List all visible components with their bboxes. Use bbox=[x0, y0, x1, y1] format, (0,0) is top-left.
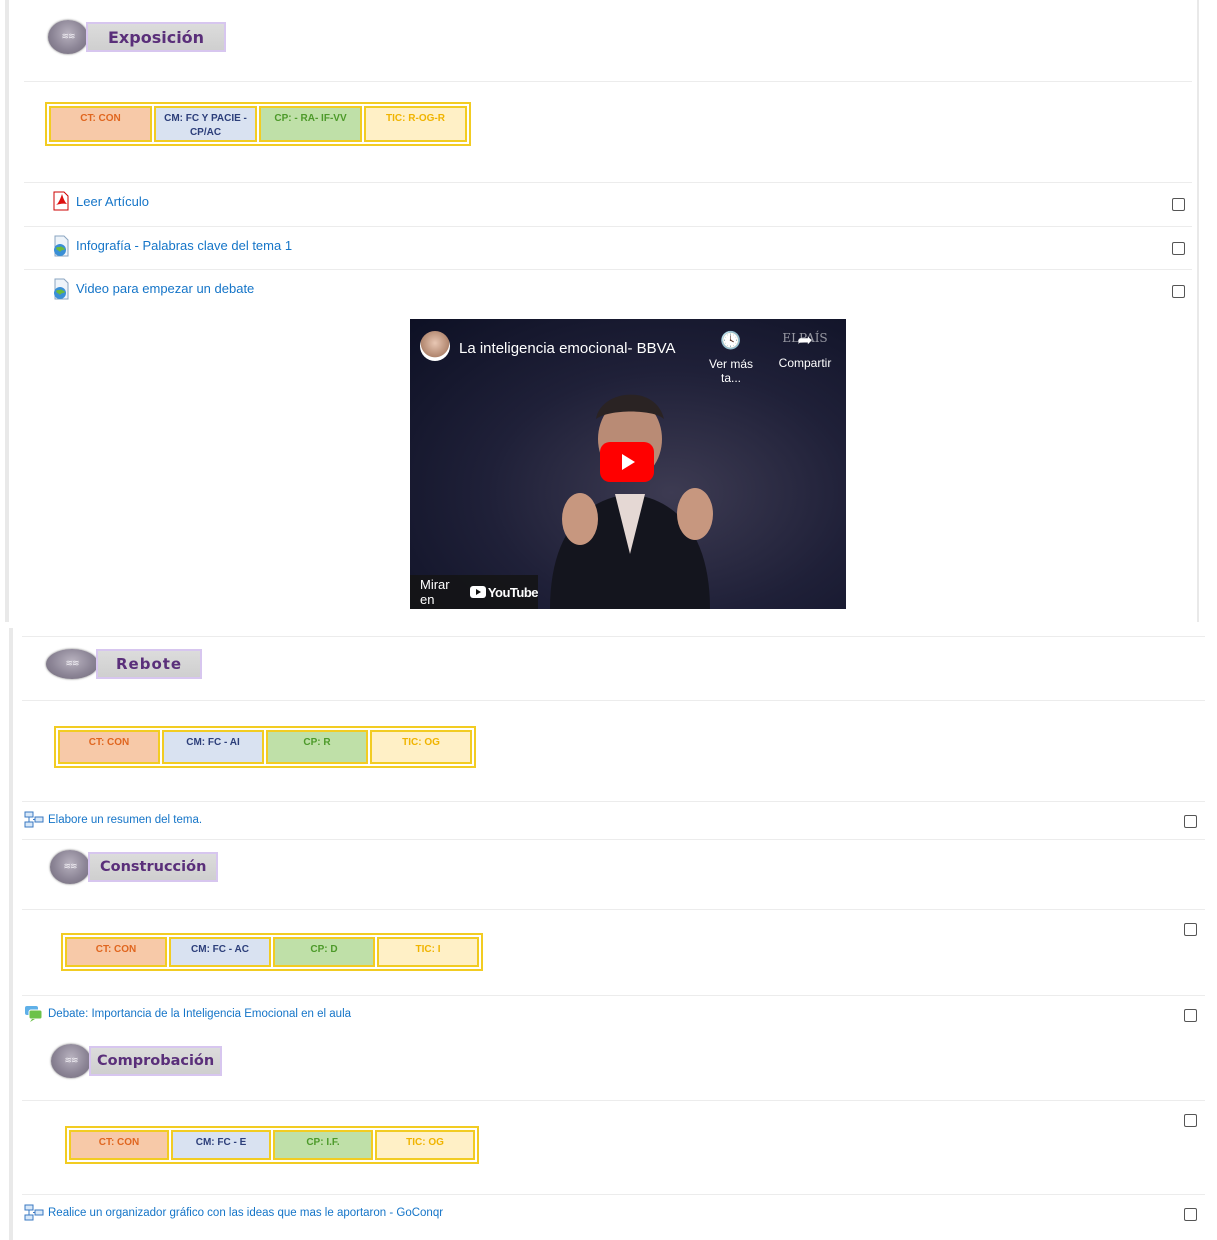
cm-cell: CM: FC - E bbox=[171, 1130, 271, 1160]
section-title: Construcción bbox=[88, 852, 219, 882]
competencies-table: CT: CON CM: FC Y PACIE - CP/AC CP: - RA-… bbox=[45, 102, 471, 146]
completion-checkbox[interactable] bbox=[1184, 1208, 1197, 1221]
activity-link[interactable]: Elabore un resumen del tema. bbox=[48, 814, 202, 826]
tic-cell: TIC: I bbox=[377, 937, 479, 967]
divider bbox=[22, 995, 1205, 996]
activity-link[interactable]: Leer Artículo bbox=[76, 194, 149, 209]
left-border bbox=[5, 0, 9, 622]
course-logo-icon: ≋≋ bbox=[48, 20, 88, 54]
activity-row[interactable]: Debate: Importancia de la Inteligencia E… bbox=[24, 1005, 351, 1023]
forum-icon bbox=[24, 1005, 44, 1023]
section-header-exposicion: ≋≋ Exposición bbox=[48, 20, 227, 54]
activity-link[interactable]: Debate: Importancia de la Inteligencia E… bbox=[48, 1008, 351, 1020]
youtube-embed[interactable]: La inteligencia emocional- BBVA 🕓 Ver má… bbox=[410, 319, 846, 609]
tic-cell: TIC: OG bbox=[370, 730, 472, 764]
cm-cell: CM: FC - AI bbox=[162, 730, 264, 764]
channel-avatar[interactable] bbox=[420, 331, 450, 361]
cm-cell: CM: FC - AC bbox=[169, 937, 271, 967]
completion-checkbox[interactable] bbox=[1184, 1114, 1197, 1127]
completion-checkbox[interactable] bbox=[1184, 1009, 1197, 1022]
second-panel: ≋≋ Rebote CT: CON CM: FC - AI CP: R TIC:… bbox=[0, 628, 1217, 1240]
watch-later-button[interactable]: 🕓 Ver más ta... bbox=[700, 331, 762, 385]
cm-cell: CM: FC Y PACIE - CP/AC bbox=[154, 106, 257, 142]
course-logo-icon: ≋≋ bbox=[50, 850, 90, 884]
divider bbox=[22, 909, 1205, 910]
cp-cell: CP: I.F. bbox=[273, 1130, 373, 1160]
cp-cell: CP: D bbox=[273, 937, 375, 967]
activity-row[interactable]: Elabore un resumen del tema. bbox=[24, 811, 202, 829]
competencies-table: CT: CON CM: FC - AI CP: R TIC: OG bbox=[54, 726, 476, 768]
watch-on-youtube[interactable]: Mirar en YouTube bbox=[410, 575, 539, 609]
cp-cell: CP: R bbox=[266, 730, 368, 764]
completion-checkbox[interactable] bbox=[1184, 923, 1197, 936]
section-title: Comprobación bbox=[89, 1046, 223, 1076]
youtube-logo-icon: YouTube bbox=[469, 585, 539, 600]
course-logo-icon: ≋≋ bbox=[46, 649, 98, 679]
globe-page-icon bbox=[52, 278, 70, 300]
video-thumbnail-person bbox=[550, 394, 713, 609]
course-logo-icon: ≋≋ bbox=[51, 1044, 91, 1078]
left-border bbox=[9, 628, 13, 1240]
pdf-icon bbox=[52, 191, 70, 211]
completion-checkbox[interactable] bbox=[1172, 242, 1185, 255]
play-button[interactable] bbox=[600, 442, 654, 482]
divider bbox=[24, 81, 1192, 82]
section-header-comprobacion: ≋≋ Comprobación bbox=[51, 1044, 223, 1078]
completion-checkbox[interactable] bbox=[1172, 285, 1185, 298]
activity-row[interactable]: Video para empezar un debate bbox=[52, 278, 254, 300]
globe-page-icon bbox=[52, 235, 70, 257]
divider bbox=[22, 801, 1205, 802]
cp-cell: CP: - RA- IF-VV bbox=[259, 106, 362, 142]
flowchart-icon bbox=[24, 811, 44, 829]
watch-on-label: Mirar en bbox=[420, 577, 450, 607]
section-header-construccion: ≋≋ Construcción bbox=[50, 850, 219, 884]
activity-row[interactable]: Infografía - Palabras clave del tema 1 bbox=[52, 235, 292, 257]
completion-checkbox[interactable] bbox=[1172, 198, 1185, 211]
activity-link[interactable]: Realice un organizador gráfico con las i… bbox=[48, 1207, 443, 1219]
section-header-rebote: ≋≋ Rebote bbox=[46, 649, 203, 679]
ct-cell: CT: CON bbox=[58, 730, 160, 764]
ct-cell: CT: CON bbox=[69, 1130, 169, 1160]
competencies-table: CT: CON CM: FC - AC CP: D TIC: I bbox=[61, 933, 483, 971]
ct-cell: CT: CON bbox=[49, 106, 152, 142]
activity-link[interactable]: Video para empezar un debate bbox=[76, 281, 254, 296]
activity-row[interactable]: Leer Artículo bbox=[52, 191, 149, 211]
activity-link[interactable]: Infografía - Palabras clave del tema 1 bbox=[76, 238, 292, 253]
ct-cell: CT: CON bbox=[65, 937, 167, 967]
divider bbox=[24, 182, 1192, 183]
section-title: Exposición bbox=[86, 22, 227, 52]
clock-icon: 🕓 bbox=[720, 331, 742, 350]
divider bbox=[22, 839, 1205, 840]
divider bbox=[24, 226, 1192, 227]
tic-cell: TIC: OG bbox=[375, 1130, 475, 1160]
video-title[interactable]: La inteligencia emocional- BBVA bbox=[459, 340, 676, 357]
tic-cell: TIC: R-OG-R bbox=[364, 106, 467, 142]
divider bbox=[24, 269, 1192, 270]
right-border bbox=[1197, 0, 1199, 622]
flowchart-icon bbox=[24, 1204, 44, 1222]
section-title: Rebote bbox=[96, 649, 203, 679]
divider bbox=[22, 1100, 1205, 1101]
divider bbox=[22, 636, 1205, 637]
channel-watermark: ELPAÍS bbox=[782, 331, 828, 345]
completion-checkbox[interactable] bbox=[1184, 815, 1197, 828]
divider bbox=[22, 700, 1205, 701]
exposicion-panel: ≋≋ Exposición CT: CON CM: FC Y PACIE - C… bbox=[0, 0, 1217, 622]
activity-row[interactable]: Realice un organizador gráfico con las i… bbox=[24, 1204, 443, 1222]
competencies-table: CT: CON CM: FC - E CP: I.F. TIC: OG bbox=[65, 1126, 479, 1164]
divider bbox=[22, 1194, 1205, 1195]
